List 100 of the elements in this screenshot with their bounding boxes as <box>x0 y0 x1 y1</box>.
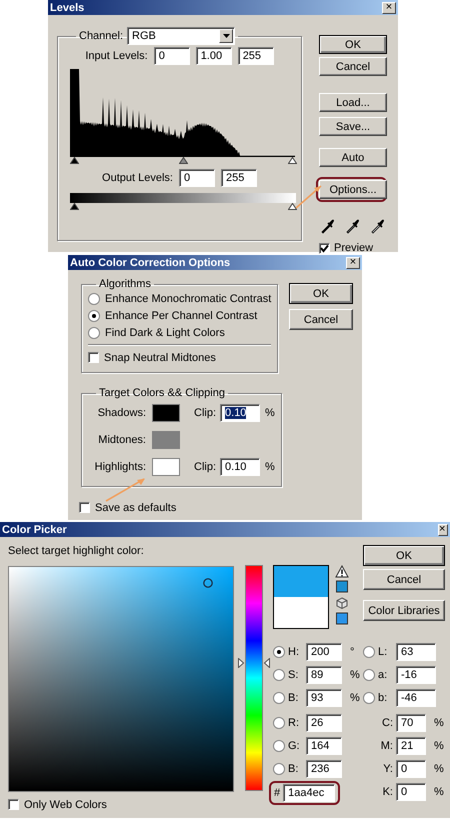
dialog-button[interactable]: OK <box>289 283 353 304</box>
number-field[interactable]: 0 <box>396 782 426 800</box>
number-field[interactable]: 255 <box>220 169 257 187</box>
field-label: R: <box>288 716 300 728</box>
channel-dropdown[interactable]: RGB <box>127 27 236 45</box>
field-label: G: <box>288 740 301 752</box>
number-field[interactable]: 21 <box>396 736 426 754</box>
option-label[interactable]: Enhance Per Channel Contrast <box>105 310 258 322</box>
radio-button[interactable] <box>273 646 285 658</box>
checkbox[interactable] <box>88 352 99 363</box>
checkbox-label[interactable]: Preview <box>334 242 374 254</box>
target-label: Midtones: <box>97 434 146 446</box>
dialog-button[interactable]: Options... <box>319 180 387 199</box>
radio-button[interactable] <box>363 692 375 704</box>
option-label[interactable]: Enhance Monochromatic Contrast <box>105 292 272 304</box>
window-title: Levels <box>50 2 84 14</box>
radio-button[interactable] <box>363 668 375 680</box>
checkbox-label[interactable]: Save as defaults <box>95 502 176 514</box>
number-field[interactable]: 164 <box>306 736 342 754</box>
eyedropper-icon[interactable] <box>321 218 335 234</box>
dialog-button[interactable]: OK <box>319 35 387 54</box>
number-field[interactable]: 26 <box>306 714 342 732</box>
close-button[interactable]: × <box>438 524 448 536</box>
dialog-button[interactable]: Color Libraries <box>363 600 445 621</box>
color-swatch[interactable] <box>152 458 180 476</box>
slider-handle[interactable] <box>238 658 270 668</box>
radio-button[interactable] <box>88 310 100 322</box>
field-label: C: <box>381 716 393 728</box>
radio-button[interactable] <box>273 762 285 774</box>
color-field[interactable] <box>8 566 234 792</box>
dialog-button[interactable]: Load... <box>319 93 387 112</box>
prompt-text: Select target highlight color: <box>8 544 145 559</box>
unit-label: % <box>434 786 444 798</box>
checkbox-label[interactable]: Snap Neutral Midtones <box>104 352 216 364</box>
unit-label: % <box>434 716 444 728</box>
close-button[interactable]: × <box>346 256 360 268</box>
dialog-button[interactable]: Auto <box>319 148 387 167</box>
gamut-warning-icon[interactable] <box>335 565 349 595</box>
radio-button[interactable] <box>273 692 285 704</box>
checkbox-label[interactable]: Only Web Colors <box>24 798 107 810</box>
radio-button[interactable] <box>88 326 100 338</box>
field-label: M: <box>380 740 393 752</box>
color-swatch[interactable] <box>152 430 180 448</box>
field-label: S: <box>288 668 300 680</box>
number-field[interactable]: 1.00 <box>196 47 232 65</box>
checkbox[interactable] <box>319 242 330 254</box>
output-levels-label: Output Levels: <box>102 172 173 184</box>
number-field[interactable]: 0.10 <box>220 404 260 422</box>
eyedropper-icon[interactable] <box>346 218 360 234</box>
color-marker[interactable] <box>203 578 214 588</box>
color-swatch[interactable] <box>152 404 180 422</box>
hex-field[interactable]: 1aa4ec <box>283 784 336 802</box>
hue-slider[interactable] <box>238 565 270 791</box>
radio-button[interactable] <box>273 740 285 752</box>
group-title: Target Colors && Clipping <box>98 387 226 399</box>
radio-button[interactable] <box>363 646 375 658</box>
field-label: B: <box>288 692 300 704</box>
number-field[interactable]: 0 <box>178 169 215 187</box>
unit-label: % <box>350 692 360 704</box>
checkbox[interactable] <box>8 799 19 810</box>
radio-button[interactable] <box>273 668 285 680</box>
field-label: # <box>274 787 280 799</box>
number-field[interactable]: 255 <box>238 47 274 65</box>
field-label: H: <box>288 646 300 658</box>
number-field[interactable]: 0 <box>396 760 426 778</box>
number-field[interactable]: 93 <box>306 688 342 706</box>
number-field[interactable]: 0.10 <box>220 458 260 476</box>
number-field[interactable]: 200 <box>306 642 342 660</box>
dialog-button[interactable]: Cancel <box>319 57 387 76</box>
close-button[interactable]: × <box>382 2 396 14</box>
option-label[interactable]: Find Dark & Light Colors <box>105 326 225 338</box>
checkbox[interactable] <box>79 502 90 513</box>
field-label: B: <box>288 762 300 774</box>
unit-label: ° <box>350 646 354 658</box>
eyedropper-icon[interactable] <box>371 218 385 234</box>
dialog-button[interactable]: OK <box>363 545 445 566</box>
number-field[interactable]: 63 <box>396 642 436 660</box>
number-field[interactable]: 0 <box>154 47 190 65</box>
group-title: Algorithms <box>98 278 152 290</box>
number-field[interactable]: -46 <box>396 688 436 706</box>
clip-label: Clip: <box>194 460 216 472</box>
dialog-button[interactable]: Save... <box>319 117 387 136</box>
number-field[interactable]: 236 <box>306 760 342 778</box>
number-field[interactable]: 70 <box>396 714 426 732</box>
dialog-button[interactable]: Cancel <box>289 309 353 330</box>
number-field[interactable]: -16 <box>396 666 436 684</box>
field-label: b: <box>378 692 388 704</box>
radio-button[interactable] <box>273 716 285 728</box>
unit-label: % <box>434 762 444 774</box>
field-label: L: <box>378 646 388 658</box>
caret-icon <box>219 29 234 43</box>
clip-label: Clip: <box>194 406 216 418</box>
field-label: a: <box>378 668 388 680</box>
unit-label: % <box>350 668 360 680</box>
target-label: Highlights: <box>94 460 146 472</box>
web-safe-cube-icon[interactable] <box>335 597 349 627</box>
field-label: K: <box>382 786 393 798</box>
radio-button[interactable] <box>88 292 100 304</box>
dialog-button[interactable]: Cancel <box>363 569 445 590</box>
number-field[interactable]: 89 <box>306 666 342 684</box>
